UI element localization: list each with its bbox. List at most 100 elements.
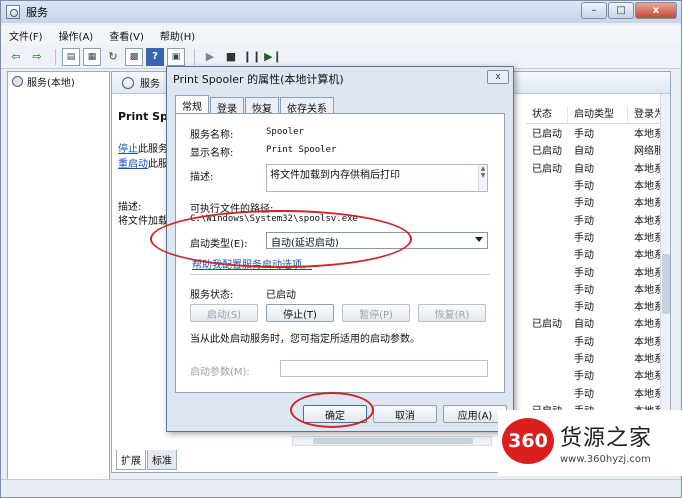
- watermark-name: 货源之家: [560, 426, 653, 451]
- vertical-scrollbar[interactable]: [660, 94, 670, 462]
- properties-icon[interactable]: ▦: [83, 47, 101, 66]
- tree-item-label: 服务(本地): [27, 78, 75, 89]
- cell-startup-type: 手动: [574, 284, 594, 296]
- table-row[interactable]: 手动 本地系: [526, 228, 670, 245]
- table-row[interactable]: 手动 本地系: [526, 332, 670, 349]
- tab-extended[interactable]: 扩展: [116, 450, 146, 470]
- table-row[interactable]: 手动 本地系: [526, 349, 670, 366]
- display-name-label: 显示名称:: [190, 148, 234, 159]
- view-tabs: 扩展 标准: [116, 450, 178, 470]
- start-params-input[interactable]: [280, 360, 488, 377]
- table-row[interactable]: 手动 本地系: [526, 366, 670, 383]
- cell-startup-type: 手动: [574, 302, 594, 314]
- table-row[interactable]: 手动 本地系: [526, 193, 670, 210]
- pause-service-icon[interactable]: ❙❙: [243, 48, 261, 66]
- cell-startup-type: 手动: [574, 371, 594, 383]
- start-service-icon[interactable]: ▶: [201, 48, 219, 66]
- tab-general[interactable]: 常规: [175, 95, 209, 113]
- restart-service-icon[interactable]: ▶❙: [264, 48, 282, 66]
- cell-startup-type: 手动: [574, 354, 594, 365]
- stop-button[interactable]: 停止(T): [266, 304, 334, 322]
- pause-button[interactable]: 暂停(P): [342, 304, 410, 322]
- table-row[interactable]: 已启动 自动 网络服: [526, 141, 670, 158]
- table-row[interactable]: 手动 本地系: [526, 383, 670, 400]
- tree-item-services-local[interactable]: 服务(本地): [12, 74, 75, 89]
- scrollbar-thumb[interactable]: [313, 438, 473, 444]
- table-row[interactable]: 手动 本地系: [526, 297, 670, 314]
- cell-startup-type: 手动: [574, 215, 594, 227]
- column-header-startup-type[interactable]: 启动类型: [568, 105, 628, 124]
- dropdown-arrow-icon: [475, 237, 483, 242]
- show-pane-icon[interactable]: ▣: [167, 47, 185, 66]
- cell-startup-type: 自动: [574, 146, 594, 158]
- description-textbox[interactable]: 将文件加载到内存供稍后打印 ▲ ▼: [266, 164, 488, 192]
- cell-status: 已启动: [532, 319, 562, 331]
- toolbar-separator: [194, 48, 195, 65]
- status-bar: [1, 479, 681, 497]
- table-row[interactable]: 手动 本地系: [526, 210, 670, 227]
- description-value: 将文件加载到内存供稍后打印: [270, 170, 400, 181]
- cell-startup-type: 手动: [574, 198, 594, 210]
- stop-service-icon[interactable]: ■: [222, 48, 240, 66]
- scrollbar-thumb[interactable]: [662, 254, 670, 314]
- restart-service-link[interactable]: 重启动: [118, 159, 148, 170]
- service-status-value: 已启动: [266, 290, 296, 301]
- table-row[interactable]: 已启动自动本地系: [526, 159, 670, 176]
- tab-standard[interactable]: 标准: [147, 450, 177, 470]
- table-row[interactable]: 手动 本地系: [526, 280, 670, 297]
- description-scrollbar[interactable]: ▲ ▼: [478, 165, 487, 191]
- export-list-icon[interactable]: ▩: [125, 47, 143, 66]
- column-header-status[interactable]: 状态: [526, 105, 568, 124]
- cell-startup-type: 自动: [574, 319, 594, 331]
- description-label: 描述:: [190, 172, 214, 183]
- cell-startup-type: 手动: [574, 267, 594, 279]
- pane-header-title: 服务: [140, 79, 160, 90]
- cell-status: 已启动: [532, 163, 562, 175]
- tab-dependencies[interactable]: 依存关系: [280, 97, 334, 115]
- params-hint: 当从此处启动服务时，您可指定所适用的启动参数。: [190, 334, 420, 345]
- menu-action[interactable]: 操作(A): [51, 28, 102, 43]
- console-tree-icon[interactable]: ▤: [62, 47, 80, 66]
- help-icon[interactable]: ?: [146, 47, 164, 66]
- table-row[interactable]: 手动 本地系: [526, 245, 670, 262]
- title-bar[interactable]: 服务 – □ x: [1, 1, 681, 23]
- table-row[interactable]: 已启动自动本地系: [526, 314, 670, 331]
- refresh-icon[interactable]: ↻: [104, 48, 122, 66]
- start-params-label: 启动参数(M):: [190, 367, 250, 378]
- cell-startup-type: 手动: [574, 129, 594, 141]
- cell-startup-type: 手动: [574, 181, 594, 193]
- maximize-button[interactable]: □: [608, 2, 634, 19]
- back-arrow-icon[interactable]: ⇦: [7, 48, 25, 66]
- stop-service-tail: 此服务: [138, 144, 168, 155]
- cell-startup-type: 手动: [574, 388, 594, 400]
- window-controls: – □ x: [580, 2, 677, 19]
- forward-arrow-icon[interactable]: ⇨: [28, 48, 46, 66]
- horizontal-scrollbar[interactable]: [292, 436, 492, 446]
- divider: [190, 274, 490, 275]
- cell-status: 已启动: [532, 146, 562, 158]
- minimize-button[interactable]: –: [581, 2, 607, 19]
- dialog-close-button[interactable]: x: [487, 70, 509, 84]
- description-text: 将文件加载: [118, 216, 168, 227]
- cell-startup-type: 自动: [574, 163, 594, 175]
- table-row[interactable]: 手动 本地系: [526, 262, 670, 279]
- cancel-button[interactable]: 取消: [373, 405, 437, 423]
- menu-view[interactable]: 查看(V): [101, 28, 152, 43]
- tab-recovery[interactable]: 恢复: [245, 97, 279, 115]
- close-button[interactable]: x: [635, 2, 677, 19]
- menu-file[interactable]: 文件(F): [1, 28, 51, 43]
- tab-logon[interactable]: 登录: [210, 97, 244, 115]
- table-row[interactable]: 手动 本地系: [526, 176, 670, 193]
- window-title: 服务: [26, 6, 48, 19]
- stop-service-link[interactable]: 停止: [118, 144, 138, 155]
- table-row[interactable]: 已启动手动本地系: [526, 124, 670, 141]
- start-button[interactable]: 启动(S): [190, 304, 258, 322]
- watermark-logo: 360: [502, 418, 554, 464]
- watermark: 360 货源之家 www.360hyzj.com: [498, 410, 682, 476]
- service-name-value: Spooler: [266, 127, 304, 137]
- resume-button[interactable]: 恢复(R): [418, 304, 486, 322]
- menu-help[interactable]: 帮助(H): [152, 28, 203, 43]
- grid-header: 状态 启动类型 登录为: [526, 105, 670, 124]
- annotation-circle-ok: [290, 392, 374, 428]
- dialog-tabs: 常规 登录 恢复 依存关系: [175, 95, 335, 115]
